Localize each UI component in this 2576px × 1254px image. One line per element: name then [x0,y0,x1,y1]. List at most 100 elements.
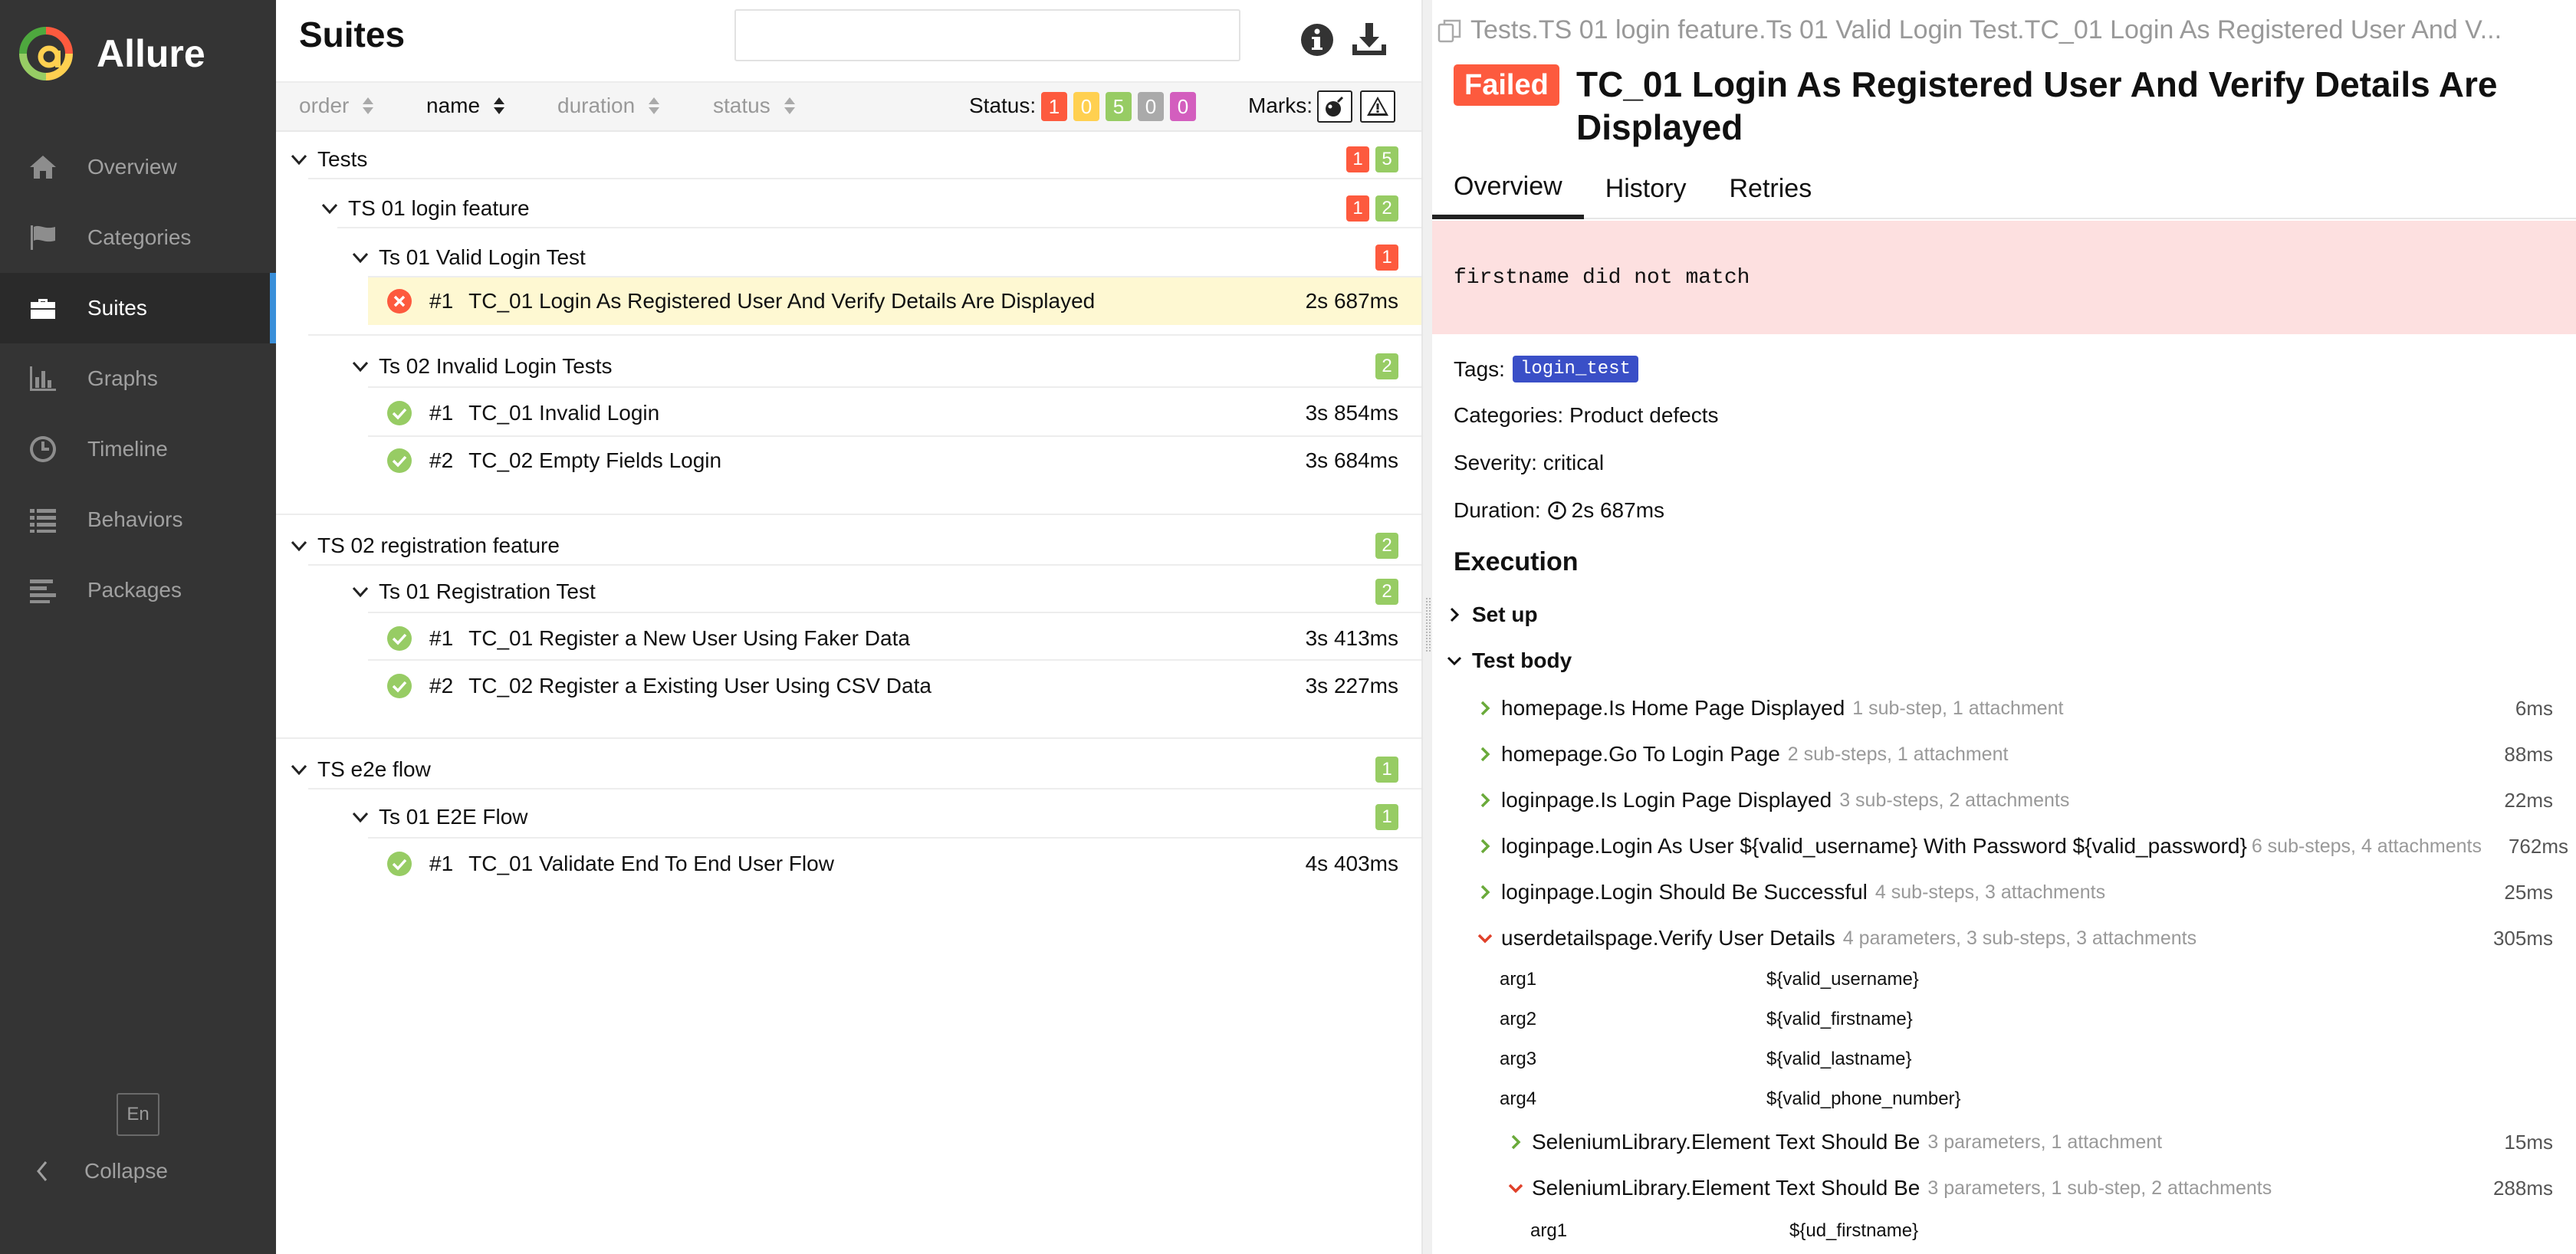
duration-label: Duration: [1454,498,1541,522]
failed-status-icon [387,289,412,314]
tab-history[interactable]: History [1584,158,1708,219]
test-row[interactable]: #2 TC_02 Empty Fields Login 3s 684ms [368,437,1421,484]
group-name: Ts 01 Valid Login Test [379,245,586,269]
tag-badge[interactable]: login_test [1512,356,1638,382]
info-icon[interactable] [1299,21,1336,58]
row-divider [276,737,1421,739]
tab-overview[interactable]: Overview [1432,158,1584,219]
step-duration: 15ms [2504,1130,2553,1154]
sort-status[interactable]: status [713,94,797,118]
tree-group-ts01-login[interactable]: TS 01 login feature 1 2 [319,184,1421,233]
chevron-right-icon [1480,885,1490,900]
tree-group-valid-login[interactable]: Ts 01 Valid Login Test 1 [350,233,1421,282]
tree-group-e2e-flow[interactable]: Ts 01 E2E Flow 1 [350,793,1421,842]
sort-name[interactable]: name [426,94,506,118]
step-row[interactable]: loginpage.Is Login Page Displayed 3 sub-… [1475,777,2576,823]
tree-group-ts02-registration[interactable]: TS 02 registration feature 2 [288,521,1421,570]
filter-passed-badge[interactable]: 5 [1106,92,1132,121]
test-row[interactable]: #1 TC_01 Login As Registered User And Ve… [368,277,1421,325]
step-name: loginpage.Login Should Be Successful [1501,880,1868,904]
test-row[interactable]: #1 TC_01 Invalid Login 3s 854ms [368,389,1421,437]
splitter-grip[interactable] [1426,598,1431,652]
test-number: #2 [429,674,454,698]
sort-order[interactable]: order [299,94,375,118]
sidebar-item-behaviors[interactable]: Behaviors [0,484,276,555]
align-left-icon [28,575,58,606]
param-value: ${valid_username} [1766,969,1919,990]
breadcrumb: Tests.TS 01 login feature.Ts 01 Valid Lo… [1437,15,2502,45]
group-name: TS 01 login feature [348,196,530,220]
clock-icon [28,434,58,465]
sidebar-item-overview[interactable]: Overview [0,132,276,202]
sidebar-item-packages[interactable]: Packages [0,555,276,625]
new-failed-mark-button[interactable] [1360,90,1395,123]
test-row[interactable]: #1 TC_01 Register a New User Using Faker… [368,615,1421,662]
substep-row[interactable]: SeleniumLibrary.Element Text Should Be 3… [1506,1119,2576,1165]
test-body-section[interactable]: Test body [1444,648,1572,673]
filter-skipped-badge[interactable]: 0 [1138,92,1164,121]
download-icon[interactable] [1349,20,1389,60]
pane-splitter[interactable] [1421,0,1432,1254]
param-name: arg1 [1500,969,1537,990]
detail-tabs: Overview History Retries [1432,158,2576,219]
chevron-right-icon [1450,607,1460,622]
test-duration: 3s 227ms [1305,674,1398,698]
group-name: Ts 01 Registration Test [379,579,596,603]
row-divider [308,334,1421,336]
step-row[interactable]: loginpage.Login Should Be Successful 4 s… [1475,869,2576,915]
test-detail-pane: Tests.TS 01 login feature.Ts 01 Valid Lo… [1432,0,2576,1254]
sidebar-item-categories[interactable]: Categories [0,202,276,273]
sort-duration[interactable]: duration [557,94,661,118]
test-name: TC_01 Login As Registered User And Verif… [468,289,1096,313]
allure-logo-icon [19,27,73,80]
sidebar-item-label: Overview [87,155,177,179]
step-row-failed[interactable]: userdetailspage.Verify User Details 4 pa… [1475,915,2576,961]
filter-failed-badge[interactable]: 1 [1041,92,1067,121]
param-value: ${valid_lastname} [1766,1049,1912,1069]
substep-row-failed[interactable]: SeleniumLibrary.Element Text Should Be 3… [1506,1165,2576,1211]
group-counts: 1 [1375,245,1398,271]
briefcase-icon [28,293,58,323]
test-name: TC_02 Empty Fields Login [468,448,722,472]
tree-group-registration-test[interactable]: Ts 01 Registration Test 2 [350,567,1421,616]
sidebar: Allure Overview Categories Suites Graphs… [0,0,276,1254]
test-row[interactable]: #1 TC_01 Validate End To End User Flow 4… [368,840,1421,888]
tab-retries[interactable]: Retries [1708,158,1834,219]
search-input[interactable] [734,9,1240,61]
step-row[interactable]: loginpage.Login As User ${valid_username… [1475,823,2576,869]
row-divider [308,788,1421,789]
passed-status-icon [387,448,412,473]
test-name: TC_01 Invalid Login [468,401,660,425]
step-duration: 288ms [2492,1176,2553,1200]
tree-group-ts-e2e[interactable]: TS e2e flow 1 [288,745,1421,794]
step-name: userdetailspage.Verify User Details [1501,926,1835,950]
sidebar-item-suites[interactable]: Suites [0,273,276,343]
filter-unknown-badge[interactable]: 0 [1170,92,1196,121]
passed-count-badge: 2 [1375,353,1398,379]
step-row[interactable]: homepage.Go To Login Page 2 sub-steps, 1… [1475,731,2576,777]
sidebar-item-label: Suites [87,296,147,320]
tree-group-tests[interactable]: Tests 1 5 [288,135,1421,184]
setup-section[interactable]: Set up [1444,602,1538,627]
row-divider [368,837,1421,839]
language-button[interactable]: En [117,1093,159,1136]
sort-arrows-icon [649,97,660,114]
flaky-mark-button[interactable] [1317,90,1352,123]
chevron-down-icon [1477,934,1493,944]
step-name: loginpage.Is Login Page Displayed [1501,788,1832,812]
filter-broken-badge[interactable]: 0 [1073,92,1099,121]
group-name: Tests [317,147,368,171]
copy-icon[interactable] [1437,18,1463,44]
test-row[interactable]: #2 TC_02 Register a Existing User Using … [368,662,1421,710]
passed-count-badge: 2 [1375,579,1398,605]
param-name: arg2 [1500,1009,1537,1029]
brand[interactable]: Allure [18,26,205,81]
sidebar-item-timeline[interactable]: Timeline [0,414,276,484]
step-row[interactable]: homepage.Is Home Page Displayed 1 sub-st… [1475,685,2576,731]
tree-group-invalid-login[interactable]: Ts 02 Invalid Login Tests 2 [350,342,1421,391]
collapse-button[interactable]: Collapse [31,1156,168,1187]
step-meta: 2 sub-steps, 1 attachment [1787,743,2009,765]
sidebar-item-graphs[interactable]: Graphs [0,343,276,414]
test-duration: 3s 854ms [1305,401,1398,425]
page-title: Suites [299,15,406,54]
